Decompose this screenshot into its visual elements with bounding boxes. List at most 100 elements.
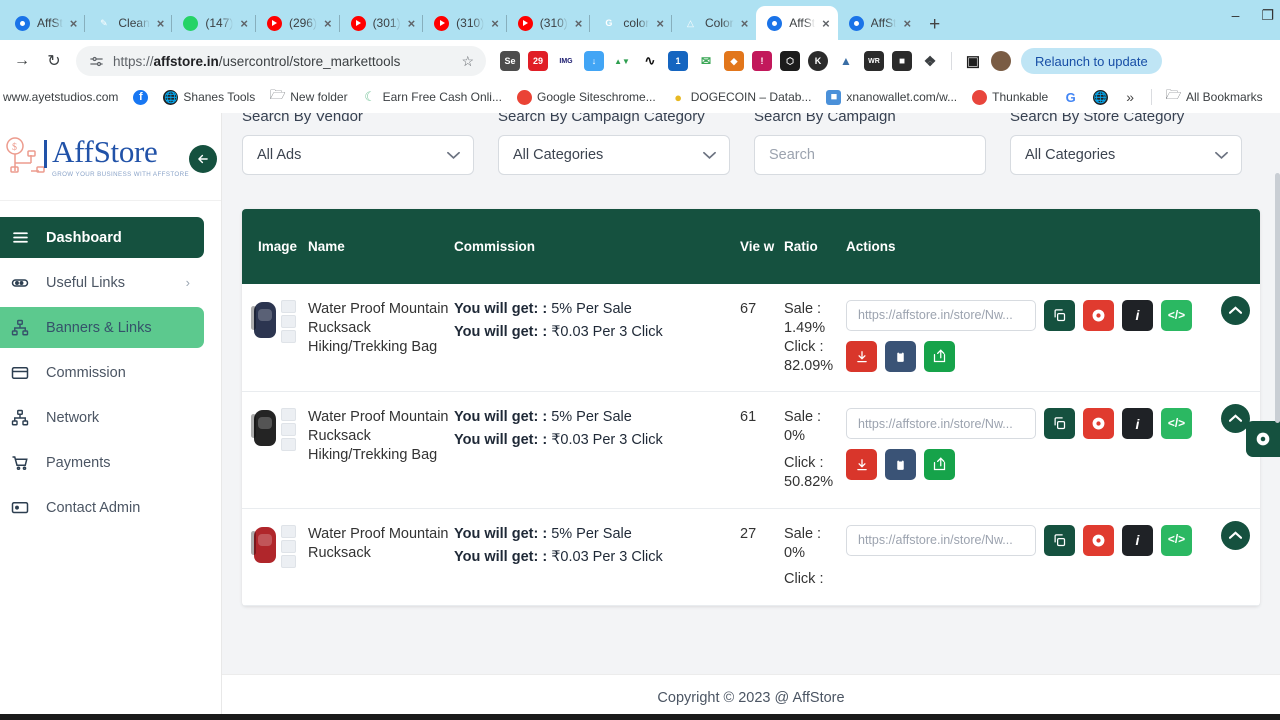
tab-close-icon[interactable]: × bbox=[656, 17, 664, 30]
thumbnail-mini[interactable] bbox=[281, 423, 296, 437]
browser-tab[interactable]: (296) × bbox=[256, 6, 340, 40]
download-blue-ext-icon[interactable]: ↓ bbox=[584, 51, 604, 71]
sidebar-item-contact-admin[interactable]: Contact Admin bbox=[0, 487, 204, 528]
thumbnail-mini[interactable] bbox=[281, 438, 296, 452]
thumbnail-mini[interactable] bbox=[281, 408, 296, 422]
browser-tab-active[interactable]: AffSt × bbox=[756, 6, 838, 40]
bookmark-item[interactable]: Google Siteschrome... bbox=[512, 87, 661, 108]
sidebar-item-network[interactable]: Network bbox=[0, 397, 204, 438]
bookmark-item[interactable]: www.ayetstudios.com bbox=[0, 87, 123, 107]
tune-icon[interactable] bbox=[88, 53, 104, 69]
embed-code-button[interactable]: </> bbox=[1161, 300, 1192, 331]
tab-close-icon[interactable]: × bbox=[822, 17, 830, 30]
thumbnail-mini[interactable] bbox=[281, 554, 296, 568]
product-thumbnail[interactable] bbox=[251, 524, 300, 577]
affiliate-link-input[interactable]: https://affstore.in/store/Nw... bbox=[846, 524, 1036, 556]
browser-tab[interactable]: (310) × bbox=[507, 6, 591, 40]
copy-link-button[interactable] bbox=[1044, 524, 1075, 556]
collapse-row-button[interactable] bbox=[1221, 520, 1250, 550]
collapse-row-button[interactable] bbox=[1221, 296, 1250, 325]
scrollbar-thumb[interactable] bbox=[1275, 173, 1280, 423]
bookmarks-overflow-button[interactable]: » bbox=[1118, 89, 1142, 105]
wr-ext-icon[interactable]: WR bbox=[864, 51, 884, 71]
all-bookmarks-button[interactable]: 🗁 All Bookmarks bbox=[1161, 87, 1268, 108]
info-button[interactable]: i bbox=[1122, 300, 1153, 331]
affiliate-link-input[interactable]: https://affstore.in/store/Nw... bbox=[846, 408, 1036, 440]
bookmark-item[interactable]: G bbox=[1058, 87, 1083, 108]
tab-close-icon[interactable]: × bbox=[408, 17, 416, 30]
new-tab-button[interactable]: + bbox=[919, 15, 950, 40]
share-button[interactable] bbox=[924, 449, 955, 481]
bookmark-item[interactable]: f bbox=[128, 87, 153, 108]
browser-tab[interactable]: (301) × bbox=[340, 6, 424, 40]
bookmark-star-icon[interactable]: ☆ bbox=[461, 53, 474, 70]
tab-close-icon[interactable]: × bbox=[491, 17, 499, 30]
tab-close-icon[interactable]: × bbox=[240, 17, 248, 30]
browser-tab[interactable]: (310) × bbox=[423, 6, 507, 40]
sidebar-item-commission[interactable]: Commission bbox=[0, 352, 204, 393]
tab-close-icon[interactable]: × bbox=[324, 17, 332, 30]
sidebar-item-dashboard[interactable]: Dashboard bbox=[0, 217, 204, 258]
minimize-button[interactable]: – bbox=[1232, 8, 1240, 22]
bookmark-item[interactable]: 🌐 bbox=[1088, 87, 1113, 108]
tab-close-icon[interactable]: × bbox=[741, 17, 749, 30]
browser-tab[interactable]: △ Color × bbox=[672, 6, 756, 40]
clipboard-button[interactable] bbox=[885, 341, 916, 372]
arrow-left-icon[interactable] bbox=[189, 145, 217, 173]
campaign-search-input[interactable]: Search bbox=[754, 135, 986, 175]
bookmark-item[interactable]: ● DOGECOIN – Datab... bbox=[666, 87, 817, 108]
copy-link-button[interactable] bbox=[1044, 300, 1075, 331]
address-bar[interactable]: https://affstore.in/usercontrol/store_ma… bbox=[76, 46, 486, 76]
sidebar-item-payments[interactable]: Payments bbox=[0, 442, 204, 483]
browser-tab[interactable]: AffSt × bbox=[838, 6, 919, 40]
vendor-select[interactable]: All Ads bbox=[242, 135, 474, 175]
browser-tab[interactable]: G color × bbox=[590, 6, 672, 40]
robot-ext-icon[interactable]: ■ bbox=[892, 51, 912, 71]
hook-ext-icon[interactable]: ∿ bbox=[640, 51, 660, 71]
affiliate-link-input[interactable]: https://affstore.in/store/Nw... bbox=[846, 300, 1036, 331]
bookmark-item[interactable]: 🌐 Shanes Tools bbox=[158, 87, 260, 108]
info-button[interactable]: i bbox=[1122, 524, 1153, 556]
browser-tab[interactable]: (147) × bbox=[172, 6, 256, 40]
download-button[interactable] bbox=[846, 341, 877, 372]
thumbnail-mini[interactable] bbox=[281, 524, 296, 538]
clipboard-button[interactable] bbox=[885, 449, 916, 481]
info-button[interactable]: i bbox=[1122, 408, 1153, 440]
tab-close-icon[interactable]: × bbox=[903, 17, 911, 30]
downloader-ext-icon[interactable]: 29 bbox=[528, 51, 548, 71]
share-button[interactable] bbox=[924, 341, 955, 372]
bookmark-item[interactable]: Thunkable bbox=[967, 87, 1053, 108]
product-thumbnail[interactable] bbox=[251, 408, 300, 460]
sidebar-item-useful-links[interactable]: Useful Links › bbox=[0, 262, 204, 303]
kite-ext-icon[interactable]: K bbox=[808, 51, 828, 71]
badge1-ext-icon[interactable]: 1 bbox=[668, 51, 688, 71]
thumbnail-mini[interactable] bbox=[281, 315, 296, 328]
copy-link-button[interactable] bbox=[1044, 408, 1075, 440]
relaunch-to-update-button[interactable]: Relaunch to update bbox=[1021, 48, 1162, 74]
reload-button[interactable]: ↻ bbox=[40, 47, 68, 75]
alert-ext-icon[interactable]: ! bbox=[752, 51, 772, 71]
profile-avatar[interactable] bbox=[991, 51, 1011, 71]
img-ext-icon[interactable]: IMG bbox=[556, 51, 576, 71]
bookmark-item[interactable]: ■ xnanowallet.com/w... bbox=[821, 87, 962, 108]
thumbnail-mini[interactable] bbox=[281, 330, 296, 343]
download-button[interactable] bbox=[846, 449, 877, 481]
thumbnail-mini[interactable] bbox=[281, 539, 296, 553]
tab-close-icon[interactable]: × bbox=[70, 17, 78, 30]
campaign-category-select[interactable]: All Categories bbox=[498, 135, 730, 175]
sidebar-item-banners-links[interactable]: Banners & Links bbox=[0, 307, 204, 348]
settings-button[interactable] bbox=[1083, 408, 1114, 440]
settings-button[interactable] bbox=[1083, 300, 1114, 331]
app-logo[interactable]: $ AffStore Grow Your Business With AffSt… bbox=[0, 113, 221, 201]
settings-button[interactable] bbox=[1083, 524, 1114, 556]
embed-code-button[interactable]: </> bbox=[1161, 524, 1192, 556]
tab-close-icon[interactable]: × bbox=[575, 17, 583, 30]
chart-ext-icon[interactable]: ▲ bbox=[836, 51, 856, 71]
store-category-select[interactable]: All Categories bbox=[1010, 135, 1242, 175]
tab-close-icon[interactable]: × bbox=[157, 17, 165, 30]
bookmark-item[interactable]: ☾ Earn Free Cash Onli... bbox=[358, 87, 507, 108]
puzzle-ext-icon[interactable]: ❖ bbox=[920, 51, 940, 71]
forward-button[interactable]: → bbox=[8, 47, 36, 75]
selenium-ext-icon[interactable]: Se bbox=[500, 51, 520, 71]
browser-tab[interactable]: ✎ Clean × bbox=[85, 6, 173, 40]
